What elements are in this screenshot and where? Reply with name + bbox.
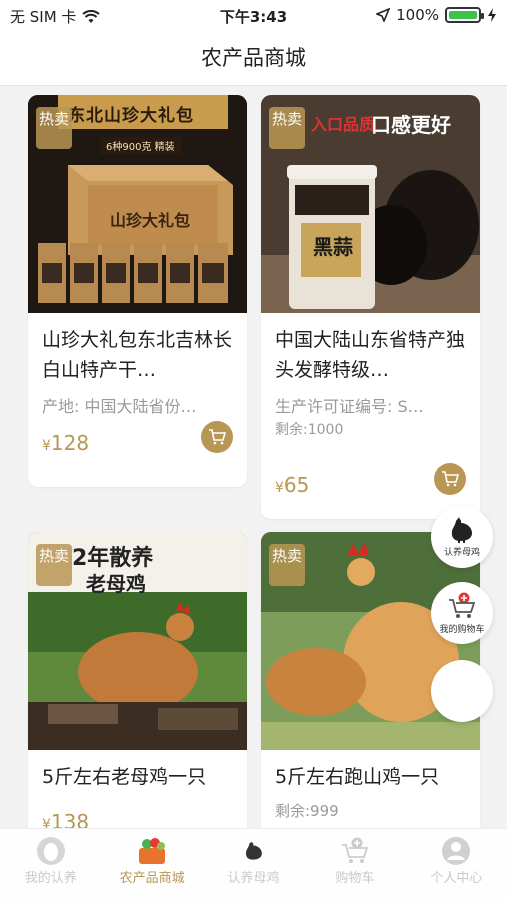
tab-label: 个人中心 xyxy=(430,871,483,886)
price-value: 138 xyxy=(50,810,90,828)
tab-cart[interactable]: 购物车 xyxy=(304,829,405,900)
product-card[interactable]: 入口品质 口感更好 黑蒜 热卖 中国大陆山东省特产独头发酵特级… 生产许可证编号… xyxy=(261,95,480,519)
cart-icon xyxy=(442,471,459,487)
image-banner-text-2: 老母鸡 xyxy=(86,572,146,596)
page-title: 农产品商城 xyxy=(201,46,306,70)
charging-icon xyxy=(488,8,496,22)
product-stock: 剩余:999 xyxy=(275,802,339,820)
product-card[interactable]: 东北山珍大礼包 6种900克 精装 山珍大礼包 热卖 山珍大礼包东北吉林长白山特… xyxy=(28,95,247,487)
status-right: 100% xyxy=(376,6,497,24)
product-grid: 东北山珍大礼包 6种900克 精装 山珍大礼包 热卖 山珍大礼包东北吉林长白山特… xyxy=(0,86,507,828)
product-title[interactable]: 5斤左右老母鸡一只 xyxy=(42,762,233,796)
tab-profile[interactable]: 个人中心 xyxy=(406,829,507,900)
jar-label: 黑蒜 xyxy=(313,235,353,259)
tab-label: 我的认养 xyxy=(24,871,77,886)
box-label: 山珍大礼包 xyxy=(110,211,191,230)
cart-icon xyxy=(341,837,369,863)
product-image[interactable]: 东北山珍大礼包 6种900克 精装 山珍大礼包 热卖 xyxy=(28,95,247,313)
tab-farm-store[interactable]: 农产品商城 xyxy=(101,829,202,900)
tab-my-adoption[interactable]: 我的认养 xyxy=(0,829,101,900)
my-cart-float-button[interactable]: 我的购物车 xyxy=(431,582,493,644)
nav-bar: 农产品商城 xyxy=(0,30,507,86)
product-title[interactable]: 山珍大礼包东北吉林长白山特产干… xyxy=(42,325,233,385)
product-title[interactable]: 中国大陆山东省特产独头发酵特级… xyxy=(275,325,466,385)
tab-label: 认养母鸡 xyxy=(227,871,280,886)
hot-badge: 热卖 xyxy=(269,107,305,149)
image-banner-text-2: 口感更好 xyxy=(371,113,451,137)
my-cart-label: 我的购物车 xyxy=(439,624,485,635)
product-stock: 剩余:1000 xyxy=(275,422,344,438)
product-subtitle: 产地: 中国大陆省份… xyxy=(42,397,197,416)
tab-bar: 我的认养 农产品商城 认养母鸡 购物车 个人中心 xyxy=(0,828,507,900)
product-subtitle: 生产许可证编号: S… xyxy=(275,397,424,416)
battery-icon xyxy=(445,7,484,23)
product-card[interactable]: 2年散养 老母鸡 热卖 5斤左右老母鸡一只 ¥138 xyxy=(28,532,247,828)
hot-badge: 热卖 xyxy=(269,544,305,586)
tab-label: 农产品商城 xyxy=(119,871,185,886)
adopt-hen-float-button[interactable]: 认养母鸡 xyxy=(431,506,493,568)
chicken-icon xyxy=(451,516,472,543)
currency-symbol: ¥ xyxy=(42,438,51,454)
user-icon xyxy=(442,837,471,865)
product-title[interactable]: 5斤左右跑山鸡一只 xyxy=(275,762,466,796)
image-banner-sub: 6种900克 精装 xyxy=(100,137,181,154)
product-image[interactable]: 入口品质 口感更好 黑蒜 热卖 xyxy=(261,95,480,313)
adopt-hen-label: 认养母鸡 xyxy=(443,547,480,558)
price-value: 65 xyxy=(283,473,310,497)
currency-symbol: ¥ xyxy=(275,480,284,496)
blank-float-button[interactable] xyxy=(431,660,493,722)
chicken-icon xyxy=(245,842,262,860)
add-to-cart-button[interactable] xyxy=(434,463,466,495)
status-bar: 无 SIM 卡 下午3:43 100% xyxy=(0,0,507,30)
tab-adopt-hen[interactable]: 认养母鸡 xyxy=(203,829,304,900)
product-image[interactable]: 2年散养 老母鸡 热卖 xyxy=(28,532,247,750)
basket-icon xyxy=(139,838,166,864)
tab-label: 购物车 xyxy=(335,871,375,886)
location-arrow-icon xyxy=(376,8,391,22)
image-banner-text: 入口品质 xyxy=(311,115,376,134)
cart-icon xyxy=(209,429,226,445)
add-to-cart-button[interactable] xyxy=(201,421,233,453)
hot-badge: 热卖 xyxy=(36,107,72,149)
image-banner-text: 东北山珍大礼包 xyxy=(68,106,194,126)
price-value: 128 xyxy=(50,431,90,455)
currency-symbol: ¥ xyxy=(42,817,51,828)
egg-icon xyxy=(36,837,65,865)
battery-percent: 100% xyxy=(396,6,439,24)
product-price: ¥138 xyxy=(42,810,233,828)
cart-plus-icon xyxy=(449,592,476,618)
hot-badge: 热卖 xyxy=(36,544,72,586)
